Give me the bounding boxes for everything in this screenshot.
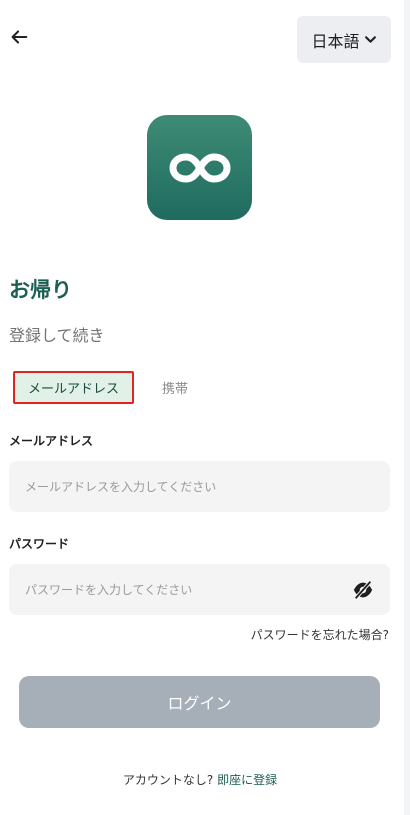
chevron-down-icon [364, 36, 376, 43]
language-selector[interactable]: 日本語 [297, 16, 391, 63]
language-label: 日本語 [311, 31, 360, 51]
app-logo [147, 115, 252, 220]
page-subtitle: 登録して続き [9, 326, 105, 345]
tab-phone[interactable]: 携帯 [162, 378, 188, 397]
infinity-logo-icon [168, 152, 231, 183]
back-arrow-icon[interactable] [8, 26, 30, 48]
email-label: メールアドレス [9, 434, 94, 448]
password-field[interactable] [9, 564, 390, 615]
forgot-password-link[interactable]: パスワードを忘れた場合? [251, 626, 389, 643]
register-prompt-text: アカウントなし? [122, 773, 218, 787]
eye-off-icon[interactable] [352, 579, 374, 601]
tab-email-label: メールアドレス [27, 382, 119, 397]
page-title: お帰り [9, 278, 72, 302]
tab-email[interactable]: メールアドレス [13, 371, 134, 404]
password-label: パスワード [9, 537, 70, 551]
email-field[interactable] [9, 461, 390, 512]
register-link[interactable]: 即座に登録 [217, 773, 277, 787]
login-button[interactable]: ログイン [19, 676, 380, 728]
scrollbar[interactable] [404, 0, 410, 815]
register-prompt: アカウントなし? 即座に登録 [0, 771, 400, 788]
